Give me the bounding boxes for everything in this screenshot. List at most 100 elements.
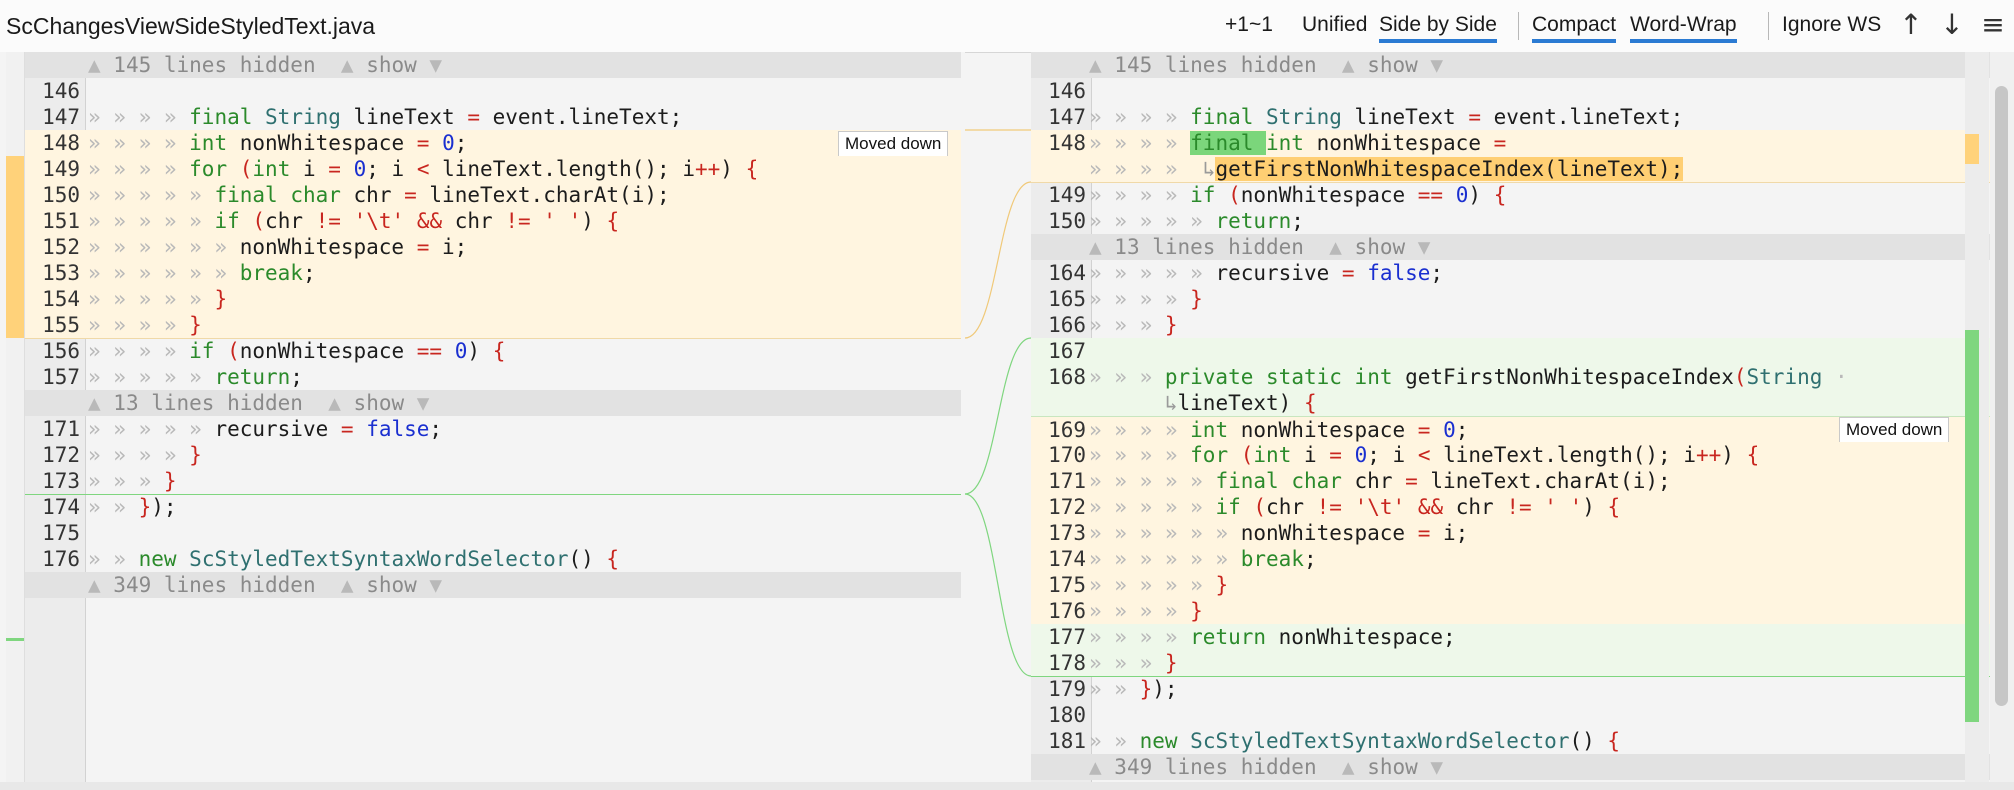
- moved-down-tag: Moved down: [1839, 417, 1950, 443]
- fold-row[interactable]: ▲ 349 lines hidden ▲ show ▼: [25, 572, 961, 598]
- code-line-moved: 172 » » » » » if (chr != '\t' && chr != …: [1031, 494, 1990, 520]
- code-text: » » » » » recursive = false;: [1089, 261, 1444, 285]
- fold-label: 13 lines hidden: [113, 391, 303, 415]
- side-by-side-view-button[interactable]: Side by Side: [1379, 13, 1497, 43]
- code-text: » » » » final String lineText = event.li…: [1089, 105, 1684, 129]
- code-line-added: 167: [1031, 338, 1990, 364]
- fold-row[interactable]: ▲ 145 lines hidden ▲ show ▼: [1031, 52, 1990, 78]
- line-number: 175: [42, 521, 80, 545]
- code-line-moved: 173 » » » » » » nonWhitespace = i;: [1031, 520, 1990, 546]
- code-line: 166 » » » }: [1031, 312, 1990, 339]
- code-text: » » » » int nonWhitespace = 0;: [1089, 418, 1469, 442]
- arrow-down-icon[interactable]: ↓: [1937, 8, 1967, 42]
- line-number: 156: [42, 339, 80, 363]
- code-line-moved: 153 » » » » » » break;: [25, 260, 961, 286]
- line-number: 166: [1048, 313, 1086, 337]
- code-text: » » » » return nonWhitespace;: [1089, 625, 1456, 649]
- line-number: 147: [1048, 105, 1086, 129]
- fold-show-link[interactable]: ▲ show ▼: [1329, 235, 1430, 259]
- code-text: » » » » int nonWhitespace = 0;: [88, 131, 468, 155]
- vertical-scrollbar[interactable]: [1990, 52, 2014, 782]
- fold-show-link[interactable]: ▲ show ▼: [341, 53, 442, 77]
- code-line: 150 » » » » » return;: [1031, 208, 1990, 234]
- left-diff-pane[interactable]: ▲ 145 lines hidden ▲ show ▼ 146 147 » » …: [0, 52, 965, 782]
- fold-row[interactable]: ▲ 13 lines hidden ▲ show ▼: [1031, 234, 1990, 260]
- toolbar: ScChangesViewSideStyledText.java +1~1 Un…: [0, 0, 2014, 53]
- code-text: » » » » » }: [1089, 573, 1229, 597]
- code-text: » » » » » » break;: [88, 261, 316, 285]
- code-text: » » » » }: [1089, 599, 1203, 623]
- ignore-whitespace-toggle[interactable]: Ignore WS: [1782, 13, 1881, 37]
- line-number: 177: [1048, 625, 1086, 649]
- word-wrap-toggle[interactable]: Word-Wrap: [1630, 13, 1737, 43]
- code-text: » » » }: [88, 469, 177, 493]
- code-text: » » » » » » nonWhitespace = i;: [88, 235, 468, 259]
- code-text: » » » » » return;: [88, 365, 303, 389]
- fold-show-link[interactable]: ▲ show ▼: [1342, 755, 1443, 779]
- left-change-stripe: [6, 52, 25, 782]
- line-number: 165: [1048, 287, 1086, 311]
- line-number: 170: [1048, 443, 1086, 467]
- code-text: » » » » » return;: [1089, 209, 1304, 233]
- scrollbar-thumb[interactable]: [1995, 86, 2008, 706]
- code-text: » » » » » » break;: [1089, 547, 1317, 571]
- line-number: 150: [42, 183, 80, 207]
- fold-label: 145 lines hidden: [1114, 53, 1317, 77]
- line-number: 172: [42, 443, 80, 467]
- code-text: » » });: [88, 495, 177, 519]
- line-number: 180: [1048, 703, 1086, 727]
- line-number: 154: [42, 287, 80, 311]
- code-line-moved: 171 » » » » » final char chr = lineText.…: [1031, 468, 1990, 494]
- fold-show-link[interactable]: ▲ show ▼: [1342, 53, 1443, 77]
- fold-show-link[interactable]: ▲ show ▼: [328, 391, 429, 415]
- right-diff-pane[interactable]: ▲ 145 lines hidden ▲ show ▼ 146 147 » » …: [1031, 52, 1990, 782]
- line-number: 175: [1048, 573, 1086, 597]
- compact-toggle[interactable]: Compact: [1532, 13, 1617, 43]
- code-text: » » » » » final char chr = lineText.char…: [88, 183, 670, 207]
- line-number: 150: [1048, 209, 1086, 233]
- code-line-moved: 152 » » » » » » nonWhitespace = i;: [25, 234, 961, 260]
- code-line-moved: 150 » » » » » final char chr = lineText.…: [25, 182, 961, 208]
- line-number: 148: [42, 131, 80, 155]
- right-overview-ruler[interactable]: [1965, 52, 2009, 782]
- code-text: » » » }: [1089, 651, 1178, 675]
- fold-row[interactable]: ▲ 349 lines hidden ▲ show ▼: [1031, 754, 1990, 780]
- code-text: » » » » final int nonWhitespace =: [1089, 131, 1507, 155]
- code-text: » » » » if (nonWhitespace == 0) {: [1089, 183, 1507, 207]
- line-number: 173: [42, 469, 80, 493]
- code-line: 164 » » » » » recursive = false;: [1031, 260, 1990, 286]
- moved-marker: [6, 156, 24, 338]
- left-code-area[interactable]: ▲ 145 lines hidden ▲ show ▼ 146 147 » » …: [25, 52, 961, 782]
- code-line: 174 » » });: [25, 494, 961, 520]
- hamburger-menu-icon[interactable]: ≡: [1978, 8, 2008, 42]
- code-line: 175: [25, 520, 961, 546]
- code-line-moved: 148 » » » » int nonWhitespace = 0;: [25, 130, 961, 156]
- added-connector-bottom: [965, 493, 1031, 677]
- horizontal-scrollbar[interactable]: [0, 782, 2014, 790]
- code-line: 147 » » » » final String lineText = even…: [25, 104, 961, 130]
- right-code-area[interactable]: ▲ 145 lines hidden ▲ show ▼ 146 147 » » …: [1031, 52, 1990, 782]
- code-line: 165 » » » » }: [1031, 286, 1990, 312]
- fold-row[interactable]: ▲ 13 lines hidden ▲ show ▼: [25, 390, 961, 416]
- code-line: 181 » » new ScStyledTextSyntaxWordSelect…: [1031, 728, 1990, 754]
- line-number: 173: [1048, 521, 1086, 545]
- added-marker: [6, 638, 24, 641]
- code-line: 171 » » » » » recursive = false;: [25, 416, 961, 442]
- line-number: 148: [1048, 131, 1086, 155]
- code-text: » » » » for (int i = 0; i < lineText.len…: [88, 157, 759, 181]
- fold-show-link[interactable]: ▲ show ▼: [341, 573, 442, 597]
- fold-row[interactable]: ▲ 145 lines hidden ▲ show ▼: [25, 52, 961, 78]
- arrow-up-icon[interactable]: ↑: [1896, 8, 1926, 42]
- line-number: 168: [1048, 365, 1086, 389]
- code-text: » » » » » }: [88, 287, 228, 311]
- line-number: 164: [1048, 261, 1086, 285]
- line-number: 174: [1048, 547, 1086, 571]
- diff-connector: [965, 129, 1031, 677]
- moved-down-tag: Moved down: [838, 131, 949, 157]
- fold-label: 13 lines hidden: [1114, 235, 1304, 259]
- code-line: 146: [25, 78, 961, 104]
- moved-connector-curve: [965, 181, 1031, 339]
- unified-view-button[interactable]: Unified: [1302, 13, 1367, 37]
- code-line-added: 177 » » » » return nonWhitespace;: [1031, 624, 1990, 650]
- fold-label: 349 lines hidden: [113, 573, 316, 597]
